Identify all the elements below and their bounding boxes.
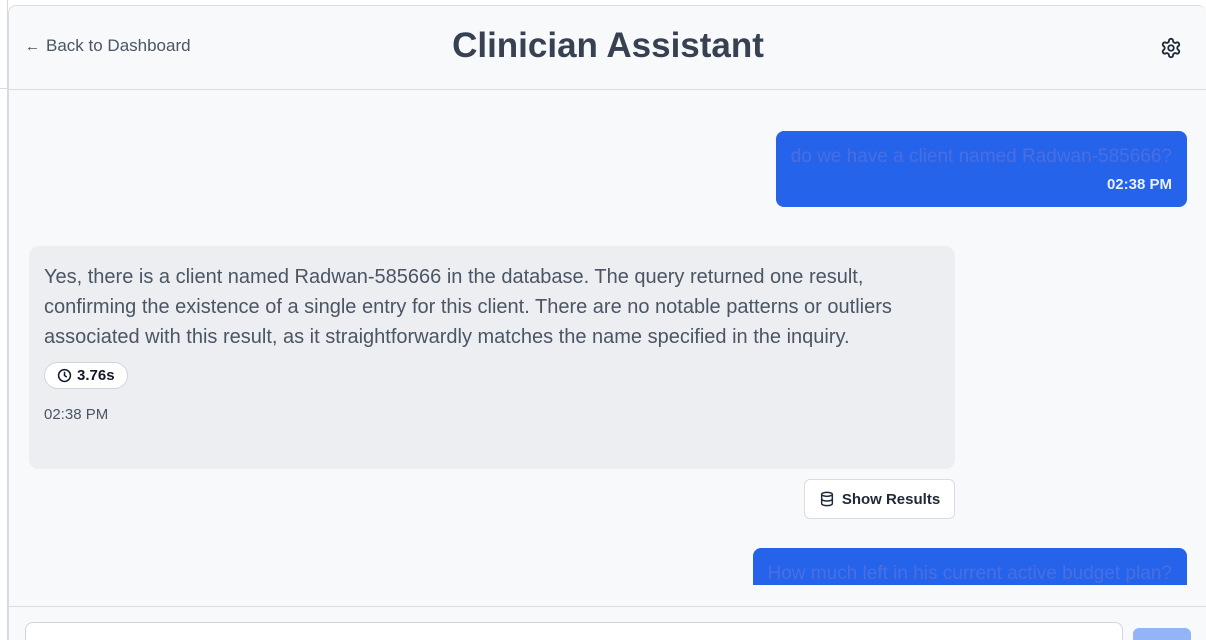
assistant-message-text: Yes, there is a client named Radwan-5856…	[44, 266, 892, 348]
message-list[interactable]: do we have a client named Radwan-585666?…	[9, 91, 1206, 585]
page-title: Clinician Assistant	[452, 26, 764, 65]
clock-icon	[57, 368, 72, 383]
user-message: How much left in his current active budg…	[752, 548, 1187, 585]
message-input[interactable]	[25, 622, 1123, 640]
gear-icon	[1161, 37, 1181, 59]
user-message-time: 02:38 PM	[1106, 176, 1172, 193]
settings-button[interactable]	[1160, 37, 1182, 59]
assistant-message: Yes, there is a client named Radwan-5856…	[29, 246, 955, 469]
send-button[interactable]	[1133, 628, 1191, 640]
chat-panel: ← Back to Dashboard Clinician Assistant …	[8, 5, 1206, 640]
window-edge-divider	[0, 88, 8, 89]
assistant-message-time: 02:38 PM	[44, 406, 109, 423]
database-icon	[820, 491, 833, 507]
response-duration: 3.76s	[77, 367, 115, 384]
composer	[9, 606, 1206, 640]
show-results-label: Show Results	[841, 490, 941, 508]
user-message-text: How much left in his current active budg…	[767, 563, 1173, 584]
user-message: do we have a client named Radwan-585666?…	[775, 131, 1187, 207]
user-message-text: do we have a client named Radwan-585666?	[790, 146, 1172, 167]
response-duration-badge: 3.76s	[44, 362, 128, 389]
show-results-button[interactable]: Show Results	[804, 479, 955, 519]
header: ← Back to Dashboard Clinician Assistant	[9, 6, 1206, 90]
